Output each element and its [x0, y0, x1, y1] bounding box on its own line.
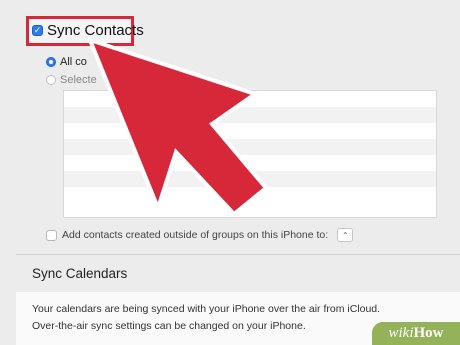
- sync-contacts-row[interactable]: ✓ Sync Contacts: [32, 22, 144, 39]
- list-item[interactable]: [64, 171, 436, 187]
- list-item[interactable]: [64, 139, 436, 155]
- sync-contacts-label[interactable]: Sync Contacts: [47, 22, 144, 39]
- calendars-info-line-1: Your calendars are being synced with you…: [32, 303, 381, 315]
- wikihow-watermark: wiki How: [372, 322, 460, 345]
- watermark-how: How: [413, 325, 444, 341]
- radio-all-contacts[interactable]: All co: [46, 56, 87, 68]
- add-contacts-checkbox[interactable]: [46, 229, 57, 241]
- list-item[interactable]: [64, 91, 436, 107]
- calendars-info-line-2: Over-the-air sync settings can be change…: [32, 320, 306, 332]
- list-item[interactable]: [64, 155, 436, 171]
- watermark-wiki: wiki: [388, 325, 414, 341]
- radio-selected-label: Selecte: [60, 74, 97, 86]
- sync-calendars-title: Sync Calendars: [32, 266, 128, 281]
- list-item[interactable]: [64, 187, 436, 203]
- list-item[interactable]: [64, 123, 436, 139]
- list-item[interactable]: [64, 107, 436, 123]
- radio-icon[interactable]: [46, 75, 56, 85]
- sync-contacts-checkbox[interactable]: ✓: [32, 25, 43, 36]
- stepper-icon[interactable]: ⌃: [337, 228, 354, 242]
- section-divider: [16, 254, 460, 255]
- add-contacts-label: Add contacts created outside of groups o…: [62, 229, 329, 241]
- radio-icon[interactable]: [46, 57, 56, 67]
- radio-all-label: All co: [60, 56, 87, 68]
- groups-list[interactable]: [63, 90, 437, 218]
- add-contacts-row[interactable]: Add contacts created outside of groups o…: [46, 228, 354, 242]
- radio-selected-groups[interactable]: Selecte: [46, 74, 97, 86]
